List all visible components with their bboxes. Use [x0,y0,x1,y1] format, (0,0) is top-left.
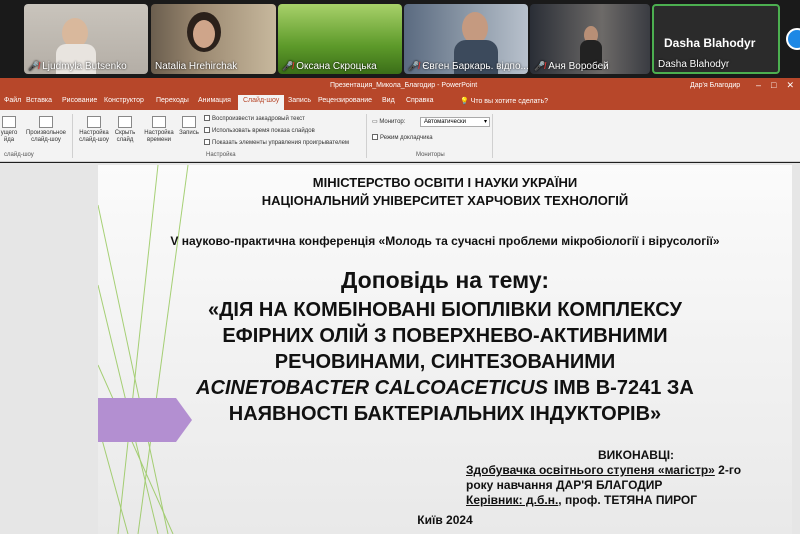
ribbon-tabs: Файл Вставка Рисование Конструктор Перех… [0,94,800,110]
student-line-1: Здобувачка освітнього ступеня «магістр» … [466,463,742,477]
tab-help[interactable]: Справка [406,97,433,104]
ministry-title: МІНІСТЕРСТВО ОСВІТИ І НАУКИ УКРАЇНИ [312,175,578,190]
powerpoint-title-bar: Презентация_Микола_Благодир - PowerPoint… [0,78,800,94]
slideshow-current-icon [2,116,16,128]
hide-slide-button[interactable]: Скрыть слайд [112,116,138,144]
tab-slideshow[interactable]: Слайд-шоу [238,95,285,110]
tab-animations[interactable]: Анимация [198,97,231,104]
setup-icon [87,116,101,128]
decorative-lines [98,165,189,534]
conference-title: V науково-практична конференція «Молодь … [170,234,720,248]
group-start-slideshow-label: слайд-шоу [4,152,34,158]
strain-text: ІМВ В-7241 ЗА [547,377,694,399]
checkbox-checked-icon [372,134,378,140]
participant-tile-2[interactable]: Natalia Hrehirchak [151,4,276,74]
city-year: Київ 2024 [417,513,473,527]
group-setup-label: Настройка [206,152,236,158]
tab-insert[interactable]: Вставка [26,97,52,104]
document-title: Презентация_Микола_Благодир - PowerPoint [330,82,478,89]
record-icon [182,116,196,128]
chevron-down-icon: ▾ [483,119,487,125]
from-current-slide-button[interactable]: ущего йда [0,116,18,144]
participant-tile-5[interactable]: 🎤̸ Аня Воробей [530,4,650,74]
mic-muted-icon: 🎤̸ [282,61,294,71]
tell-me-text: Что вы хотите сделать? [470,98,549,105]
report-title-line-3: РЕЧОВИНАМИ, СИНТЕЗОВАНИМИ [274,351,616,373]
ribbon-separator [366,114,367,158]
use-timings-checkbox[interactable]: Использовать время показа слайдов [204,127,315,134]
participant-tile-1[interactable]: 🎤̸ Ljudmyla Butsenko [24,4,148,74]
participant-name: Євген Баркарь. відпо... [422,61,528,72]
rehearse-timings-button[interactable]: Настройка времени [142,116,176,144]
close-icon[interactable]: ✕ [786,80,794,91]
tab-record[interactable]: Запись [288,97,311,104]
organism-name: ACINETOBACTER CALCOACETICUS [196,377,548,399]
participant-tile-3[interactable]: 🎤̸ Оксана Скроцька [278,4,402,74]
maximize-icon[interactable]: □ [771,80,776,91]
stopwatch-icon [152,116,166,128]
lightbulb-icon: 💡 [460,98,471,105]
student-line-2: року навчання ДАР'Я БЛАГОДИР [466,478,663,492]
tab-view[interactable]: Вид [382,97,395,104]
participant-name: Аня Воробей [548,61,609,72]
sidebar-toggle-button[interactable] [786,28,800,50]
slide[interactable]: МІНІСТЕРСТВО ОСВІТИ І НАУКИ УКРАЇНИ НАЦІ… [98,165,792,534]
ribbon-separator [492,114,493,158]
participant-name: Ljudmyla Butsenko [42,61,127,72]
mic-muted-icon: 🎤̸ [534,61,546,71]
executors-label: ВИКОНАВЦІ: [598,448,675,462]
mic-muted-icon: 🎤̸ [28,61,40,71]
participant-display-name: Dasha Blahodyr [664,36,756,50]
record-button[interactable]: Запись [178,116,200,137]
play-narrations-checkbox[interactable]: Воспроизвести закадровый текст [204,115,305,122]
custom-slideshow-button[interactable]: Произвольное слайд-шоу [22,116,70,144]
setup-slideshow-button[interactable]: Настройка слайд-шоу [76,116,112,144]
participant-name: Natalia Hrehirchak [155,61,238,72]
screen: 🎤̸ Ljudmyla Butsenko Natalia Hrehirchak 🎤… [0,0,800,534]
tell-me-search[interactable]: 💡 Что вы хотите сделать? [460,97,548,105]
university-title: НАЦІОНАЛЬНИЙ УНІВЕРСИТЕТ ХАРЧОВИХ ТЕХНОЛ… [261,193,629,208]
checkbox-checked-icon [204,127,210,133]
tab-transitions[interactable]: Переходы [156,97,189,104]
ribbon-separator [72,114,73,158]
participant-tile-4[interactable]: 🎤̸ Євген Баркарь. відпо... [404,4,528,74]
slide-thumbnail-pane[interactable] [0,163,98,534]
checkbox-checked-icon [204,115,210,121]
signed-in-user[interactable]: Дар'я Благодир [690,82,740,89]
ribbon-panel: ущего йда Произвольное слайд-шоу слайд-ш… [0,110,800,162]
participant-strip: 🎤̸ Ljudmyla Butsenko Natalia Hrehirchak 🎤… [0,0,800,78]
group-monitors-label: Мониторы [416,152,445,158]
tab-design[interactable]: Конструктор [104,97,144,104]
tab-file[interactable]: Файл [4,97,21,104]
report-heading: Доповідь на тему: [341,267,549,293]
show-media-controls-checkbox[interactable]: Показать элементы управления проигрывате… [204,139,349,146]
checkbox-checked-icon [204,139,210,145]
participant-tile-active-speaker[interactable]: Dasha Blahodyr Dasha Blahodyr [652,4,780,74]
report-title-line-4: ACINETOBACTER CALCOACETICUS ІМВ В-7241 З… [98,377,792,400]
participant-name: Оксана Скроцька [296,61,377,72]
hide-slide-icon [118,116,132,128]
participant-name: Dasha Blahodyr [658,59,730,70]
tab-draw[interactable]: Рисование [62,97,97,104]
monitor-label: ▭ Монитор: [372,119,406,125]
minimize-icon[interactable]: – [756,80,761,91]
report-title-line-1: «ДІЯ НА КОМБІНОВАНІ БІОПЛІВКИ КОМПЛЕКСУ [208,299,682,321]
mic-muted-icon: 🎤̸ [408,61,420,71]
participant-face [193,20,215,48]
monitor-select[interactable]: Автоматически ▾ [420,117,490,127]
custom-show-icon [39,116,53,128]
report-title-line-5: НАЯВНОСТІ БАКТЕРІАЛЬНИХ ІНДУКТОРІВ» [228,403,662,425]
presenter-view-checkbox[interactable]: Режим докладчика [372,134,433,141]
editor-canvas: МІНІСТЕРСТВО ОСВІТИ І НАУКИ УКРАЇНИ НАЦІ… [0,163,800,534]
tab-review[interactable]: Рецензирование [318,97,372,104]
report-title-line-2: ЕФІРНИХ ОЛІЙ З ПОВЕРХНЕВО-АКТИВНИМИ [222,325,668,347]
supervisor-line: Керівник: д.б.н., проф. ТЕТЯНА ПИРОГ [466,493,698,507]
